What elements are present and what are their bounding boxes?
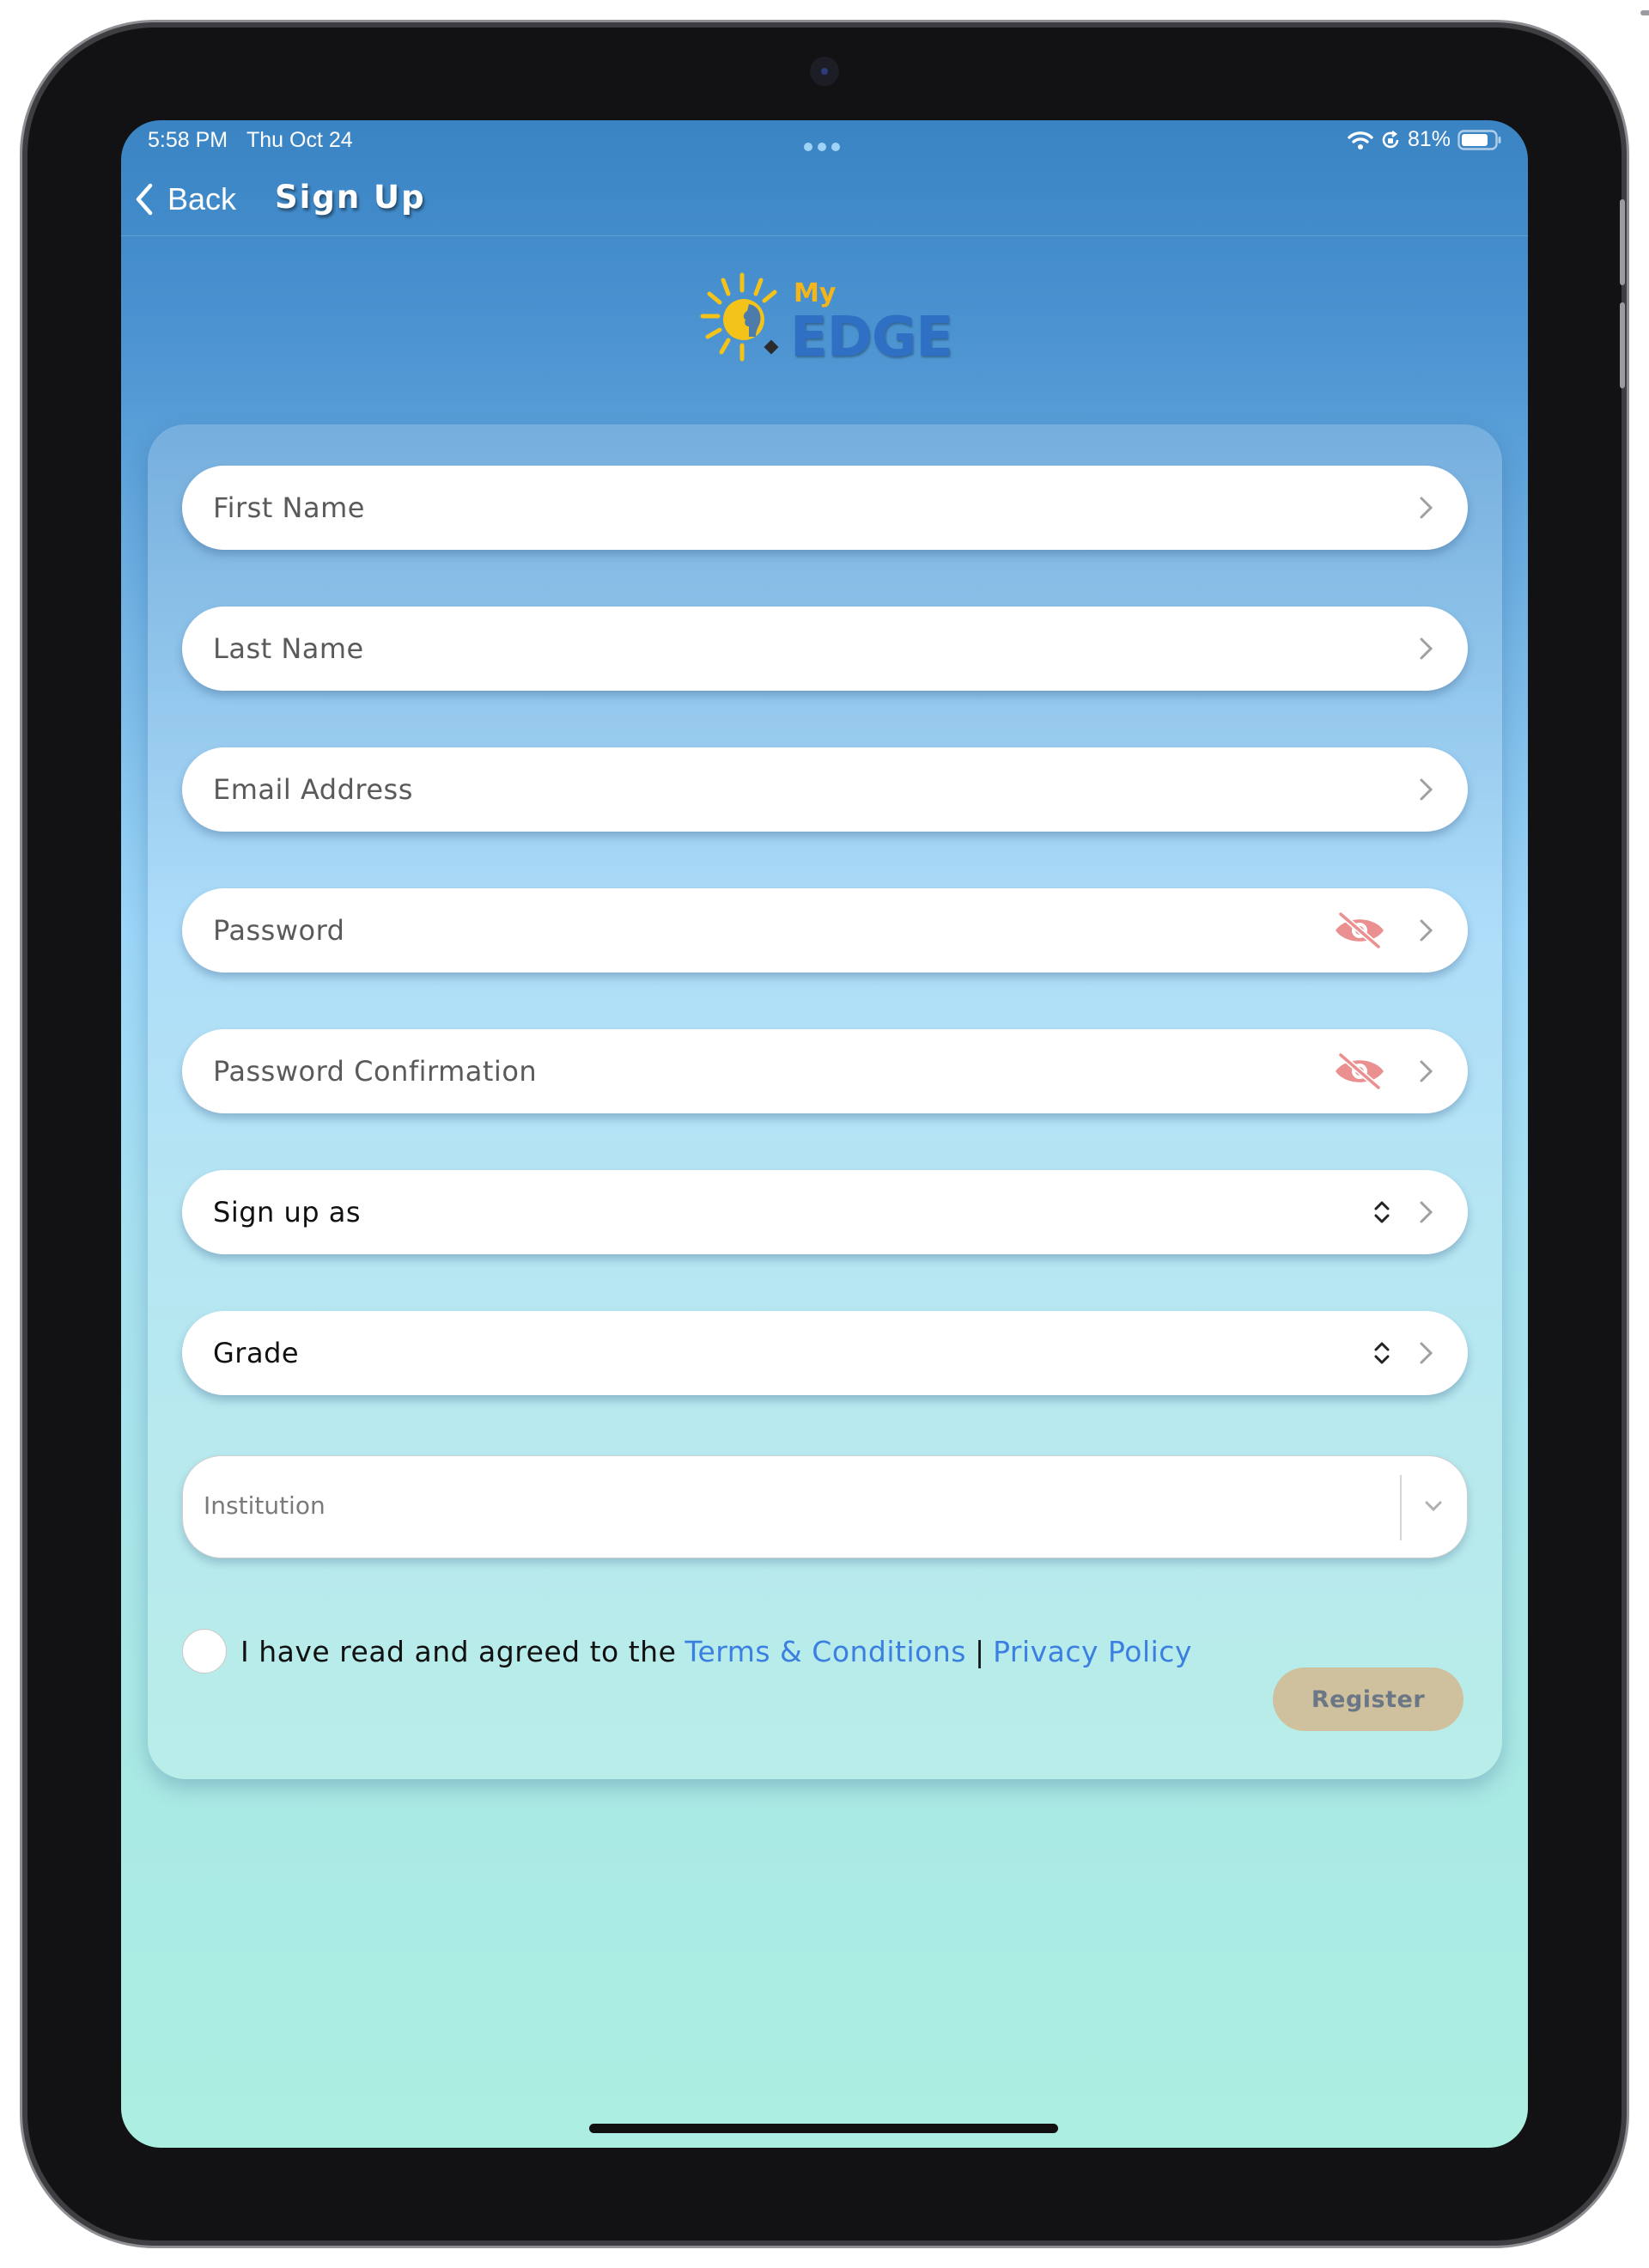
- password-confirmation-placeholder: Password Confirmation: [213, 1055, 538, 1088]
- battery-icon: [1457, 129, 1501, 150]
- battery-percent: 81%: [1407, 127, 1451, 151]
- multitasking-dots[interactable]: [803, 133, 841, 158]
- eye-off-icon[interactable]: [1332, 911, 1387, 950]
- chevron-right-icon: [1420, 1342, 1433, 1364]
- agreement-text: I have read and agreed to the: [240, 1634, 677, 1668]
- more-dots-icon: [804, 143, 840, 151]
- agree-checkbox[interactable]: [182, 1629, 227, 1674]
- status-time: 5:58 PM: [148, 128, 228, 152]
- up-down-chevron-icon: [1374, 1342, 1390, 1364]
- signup-form-card: First Name Last Name Email Address Passw…: [148, 424, 1502, 1779]
- myedge-logo: My EDGE: [699, 271, 953, 375]
- eye-off-icon[interactable]: [1332, 1052, 1387, 1091]
- last-name-placeholder: Last Name: [213, 632, 364, 665]
- back-label: Back: [167, 181, 237, 216]
- top-button: [1640, 10, 1649, 15]
- link-separator: |: [974, 1634, 985, 1668]
- agreement-row: I have read and agreed to the Terms & Co…: [182, 1627, 1192, 1675]
- volume-down-button: [1620, 302, 1625, 388]
- navigation-bar: Back Sign Up: [121, 163, 1528, 236]
- status-right-group: 81%: [1348, 127, 1502, 152]
- institution-dropdown[interactable]: Institution: [182, 1455, 1468, 1558]
- chevron-right-icon: [1420, 497, 1433, 519]
- password-placeholder: Password: [213, 914, 345, 947]
- status-date: Thu Oct 24: [246, 128, 353, 152]
- chevron-right-icon: [1420, 1201, 1433, 1223]
- volume-up-button: [1620, 199, 1625, 285]
- chevron-right-icon: [1420, 1060, 1433, 1082]
- first-name-placeholder: First Name: [213, 491, 365, 524]
- sun-head-icon: [700, 272, 779, 362]
- last-name-field[interactable]: Last Name: [182, 607, 1468, 691]
- chevron-left-icon: [136, 183, 153, 216]
- back-button[interactable]: Back: [133, 175, 236, 223]
- sign-up-as-select[interactable]: Sign up as: [182, 1170, 1468, 1254]
- password-field[interactable]: Password: [182, 888, 1468, 972]
- sign-up-as-label: Sign up as: [213, 1196, 362, 1228]
- register-button[interactable]: Register: [1273, 1667, 1463, 1731]
- grade-select[interactable]: Grade: [182, 1311, 1468, 1395]
- institution-placeholder: Institution: [204, 1491, 326, 1520]
- orientation-lock-icon: [1382, 130, 1399, 148]
- home-indicator[interactable]: [589, 2124, 1058, 2133]
- app-screen: 5:58 PM Thu Oct 24 81% Back Sign Up My E…: [121, 120, 1528, 2148]
- logo-text-my: My: [794, 278, 837, 308]
- wifi-icon: [1348, 131, 1373, 149]
- front-camera: [810, 57, 839, 86]
- privacy-policy-link[interactable]: Privacy Policy: [993, 1635, 1192, 1668]
- chevron-right-icon: [1420, 637, 1433, 660]
- dropdown-separator: [1400, 1475, 1402, 1540]
- password-confirmation-field[interactable]: Password Confirmation: [182, 1029, 1468, 1113]
- email-field[interactable]: Email Address: [182, 747, 1468, 832]
- terms-link[interactable]: Terms & Conditions: [685, 1635, 966, 1668]
- chevron-right-icon: [1420, 919, 1433, 942]
- up-down-chevron-icon: [1374, 1201, 1390, 1223]
- page-title: Sign Up: [275, 179, 426, 216]
- email-placeholder: Email Address: [213, 773, 413, 806]
- grade-label: Grade: [213, 1337, 300, 1369]
- status-bar: 5:58 PM Thu Oct 24 81%: [121, 120, 1528, 163]
- chevron-right-icon: [1420, 778, 1433, 801]
- first-name-field[interactable]: First Name: [182, 466, 1468, 550]
- chevron-down-icon[interactable]: [1421, 1493, 1446, 1519]
- logo-text-edge: EDGE: [790, 306, 953, 369]
